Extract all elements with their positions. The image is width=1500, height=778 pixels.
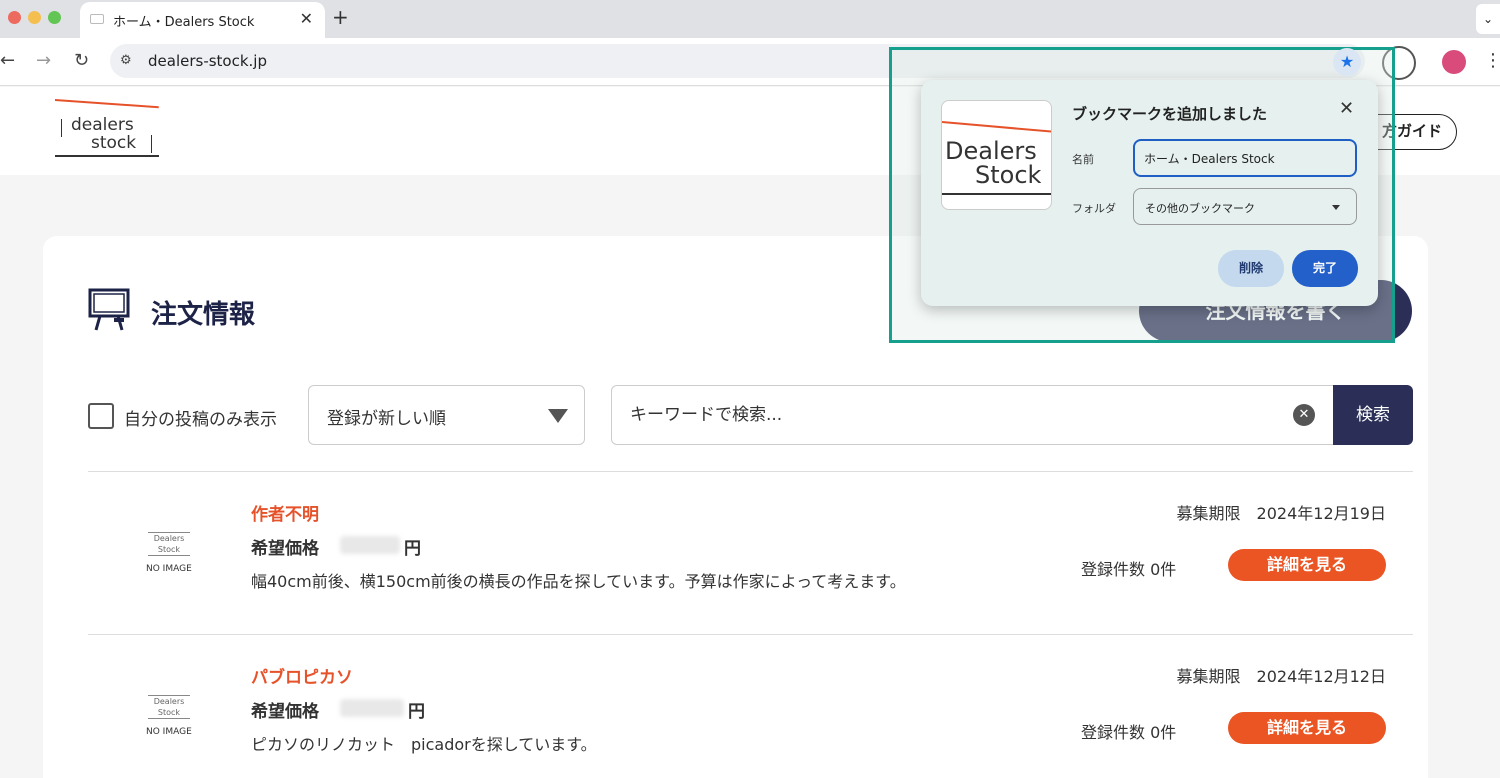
view-details-button[interactable]: 詳細を見る [1228,549,1386,581]
extensions-icon[interactable] [1382,46,1416,80]
sort-select[interactable]: 登録が新しい順 [308,385,585,445]
order-row: Dealers Stock NO IMAGE パブロピカソ 希望価格 円 ピカソ… [88,635,1413,778]
order-description: 幅40cm前後、横150cm前後の横長の作品を探しています。予算は作家によって考… [251,572,906,591]
price-label: 希望価格 [251,539,319,559]
close-icon[interactable]: ✕ [1339,98,1354,119]
tab-search-icon[interactable]: ⌄ [1476,4,1500,34]
price-value-blurred [340,699,404,717]
price-unit: 円 [404,539,421,559]
thumb-bar [942,193,1051,195]
own-posts-checkbox[interactable] [88,403,114,429]
chevron-down-icon [548,409,568,423]
address-bar[interactable]: ⚙ dealers-stock.jp [110,44,1365,78]
artist-name[interactable]: パブロピカソ [251,663,353,688]
bookmark-name-input[interactable] [1133,139,1357,177]
browser-toolbar: ← → ↻ ⚙ dealers-stock.jp [0,38,1500,86]
folder-value: その他のブックマーク [1145,202,1255,215]
search-button[interactable]: 検索 [1333,385,1413,445]
reload-icon[interactable]: ↻ [74,50,89,71]
logo-text-line1: dealers [71,115,134,135]
thumb-accent-line [942,121,1051,134]
logo-tick-2 [151,135,152,153]
noimage-text: NO IMAGE [146,727,192,737]
logo-tick [61,119,62,137]
price-label: 希望価格 [251,702,319,722]
registration-count: 登録件数 0件 [1081,560,1177,579]
maximize-window-button[interactable] [48,11,61,24]
noimage-text: NO IMAGE [146,564,192,574]
new-tab-button[interactable]: + [332,5,349,29]
dialog-title: ブックマークを追加しました [1072,105,1268,123]
tab-title: ホーム・Dealers Stock [113,15,255,30]
sort-value: 登録が新しい順 [327,409,446,429]
order-description: ピカソのリノカット picadorを探しています。 [251,735,597,754]
search-input[interactable] [611,385,1336,445]
favicon-icon [90,14,104,24]
url-text[interactable]: dealers-stock.jp [148,52,267,70]
own-posts-label[interactable]: 自分の投稿のみ表示 [124,405,277,430]
thumb-text-line2: Stock [975,161,1042,189]
tab-bar: ホーム・Dealers Stock ✕ + ⌄ [0,0,1500,38]
orders-card: 注文情報 注文情報を書く 自分の投稿のみ表示 登録が新しい順 ✕ 検索 Deal… [43,236,1428,778]
registration-count: 登録件数 0件 [1081,723,1177,742]
bookmark-thumbnail: Dealers Stock [941,100,1052,210]
deadline: 募集期限 2024年12月12日 [1176,667,1386,686]
noimage-logo: Dealers Stock [148,695,190,719]
logo-text-line2: stock [91,133,137,153]
whiteboard-icon [88,288,130,331]
view-details-button[interactable]: 詳細を見る [1228,712,1386,744]
bookmark-dialog: Dealers Stock ブックマークを追加しました ✕ 名前 フォルダ その… [921,80,1378,306]
browser-tab[interactable]: ホーム・Dealers Stock ✕ [80,2,325,38]
page-title: 注文情報 [151,300,256,330]
minimize-window-button[interactable] [28,11,41,24]
menu-icon[interactable]: ⋮ [1484,50,1500,71]
delete-button[interactable]: 削除 [1218,250,1284,287]
site-logo[interactable]: dealers stock [54,99,160,159]
folder-select[interactable]: その他のブックマーク [1133,188,1357,225]
profile-avatar[interactable] [1442,50,1466,74]
price-unit: 円 [408,702,425,722]
artist-name[interactable]: 作者不明 [251,500,319,525]
done-button[interactable]: 完了 [1292,250,1358,287]
forward-icon[interactable]: → [36,50,51,71]
noimage-logo: Dealers Stock [148,532,190,556]
name-label: 名前 [1072,153,1094,166]
back-icon[interactable]: ← [0,50,15,71]
tab-close-icon[interactable]: ✕ [300,9,313,28]
logo-accent-line [54,99,159,109]
close-window-button[interactable] [8,11,21,24]
chevron-down-icon [1332,205,1340,210]
folder-label: フォルダ [1072,202,1116,215]
clear-search-icon[interactable]: ✕ [1293,404,1315,426]
order-row: Dealers Stock NO IMAGE 作者不明 希望価格 円 幅40cm… [88,472,1413,632]
deadline: 募集期限 2024年12月19日 [1176,504,1386,523]
price-value-blurred [340,536,400,554]
logo-bar [55,155,159,157]
site-info-icon[interactable]: ⚙ [120,53,136,69]
bookmark-star-icon[interactable]: ★ [1333,48,1361,76]
